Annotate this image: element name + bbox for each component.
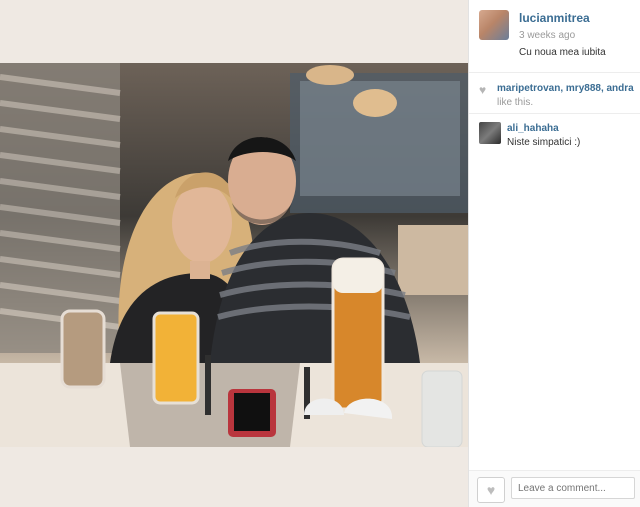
avatar[interactable]	[479, 10, 509, 40]
photo-image	[0, 63, 468, 447]
comment-item: ali_hahaha Niste simpatici :)	[469, 114, 640, 154]
likers-list[interactable]: maripetrovan, mry888, andra	[497, 83, 637, 94]
post-username[interactable]: lucianmitrea	[519, 11, 590, 25]
post-photo	[0, 63, 468, 447]
comment-text: Niste simpatici :)	[507, 137, 581, 148]
photo-viewer	[0, 0, 468, 507]
comment-footer: ♥	[469, 470, 640, 507]
post-header: lucianmitrea 3 weeks ago Cu noua mea iub…	[469, 0, 640, 73]
comment-input[interactable]	[511, 477, 635, 499]
like-button[interactable]: ♥	[477, 477, 505, 503]
likes-row: ♥ maripetrovan, mry888, andra like this.	[469, 73, 640, 114]
comment-username[interactable]: ali_hahaha	[507, 123, 559, 134]
post-sidebar: lucianmitrea 3 weeks ago Cu noua mea iub…	[468, 0, 640, 507]
heart-icon: ♥	[486, 482, 496, 498]
post-caption: Cu noua mea iubita	[519, 47, 606, 58]
comment-avatar[interactable]	[479, 122, 501, 144]
likes-suffix: like this.	[497, 97, 534, 108]
post-time: 3 weeks ago	[519, 30, 576, 41]
heart-icon: ♥	[479, 83, 487, 97]
